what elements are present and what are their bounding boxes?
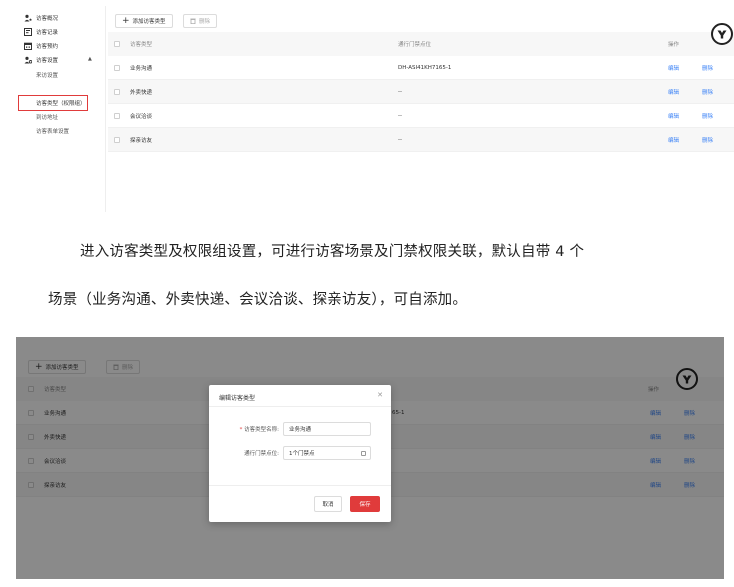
sidebar-item-records[interactable]: 访客记录 [24, 26, 58, 38]
trash-icon [190, 18, 196, 24]
row-door: DH-ASI41KH7165-1 [398, 64, 452, 71]
row-checkbox[interactable] [114, 112, 120, 119]
add-button-label: 添加访客类型 [132, 19, 166, 25]
sidebar-item-settings[interactable]: 访客设置 [24, 54, 58, 66]
caption-line-2: 场景（业务沟通、外卖快递、会议洽谈、探亲访友），可自添加。 [48, 292, 468, 308]
row-checkbox[interactable] [114, 136, 120, 143]
row-checkbox[interactable] [114, 64, 120, 71]
user-gear-icon [24, 56, 33, 64]
table-row: 外卖快递 -- 编辑 删除 [108, 80, 734, 104]
table-row: 会议洽谈 -- 编辑 删除 [108, 104, 734, 128]
main-content: + 添加访客类型 删除 访客类型 通行门禁点位 操作 业务沟通 DH-ASI41… [108, 6, 734, 212]
sidebar-item-overview[interactable]: 访客概况 [24, 12, 58, 24]
sidebar-item-label: 访客记录 [36, 30, 59, 36]
brand-logo-icon [711, 23, 733, 45]
table-row: 探亲访友 -- 编辑 删除 [108, 128, 734, 152]
delete-button-label: 删除 [199, 19, 211, 25]
add-visitor-type-button[interactable]: + 添加访客类型 [115, 14, 173, 28]
name-label-text: 访客类型名称: [244, 427, 279, 433]
edit-visitor-type-dialog: 编辑访客类型 ✕ * 访客类型名称: 业务沟通 通行门禁点位: 1个门禁点 取消… [209, 385, 391, 522]
row-checkbox[interactable] [114, 88, 120, 95]
sidebar-item-label: 访客设置 [36, 58, 59, 64]
select-all-checkbox[interactable] [114, 41, 120, 47]
delete-link[interactable]: 删除 [702, 64, 713, 72]
cancel-button[interactable]: 取消 [314, 496, 342, 512]
name-field-label: * 访客类型名称: [219, 425, 279, 433]
row-type: 探亲访友 [130, 137, 153, 144]
row-type: 业务沟通 [130, 65, 153, 72]
save-button[interactable]: 保存 [350, 496, 380, 512]
row-type: 会议洽谈 [130, 113, 153, 120]
divider [209, 406, 391, 407]
dialog-title: 编辑访客类型 [219, 395, 256, 402]
user-star-icon [24, 14, 32, 22]
record-icon [24, 28, 32, 36]
row-type: 外卖快递 [130, 89, 153, 96]
delete-link[interactable]: 删除 [702, 112, 713, 120]
highlight-box [18, 95, 88, 111]
sidebar: 访客概况 访客记录 访客预约 访客设置 ▲ 来访设置 访客类型（权限组） 到访地… [16, 6, 106, 212]
edit-link[interactable]: 编辑 [668, 136, 679, 144]
sidebar-item-label: 访客预约 [36, 44, 59, 50]
row-door: -- [398, 88, 402, 95]
screenshot-edit-visitor-type: + 添加访客类型 删除 访客类型 操作 业务沟通 65-1 编辑 删除 外卖快递… [16, 337, 724, 579]
door-point-select[interactable]: 1个门禁点 [283, 446, 371, 460]
row-door: -- [398, 136, 402, 143]
visitor-type-name-input[interactable]: 业务沟通 [283, 422, 371, 436]
header-door: 通行门禁点位 [398, 42, 432, 48]
delete-button[interactable]: 删除 [183, 14, 218, 28]
door-field-label: 通行门禁点位: [244, 451, 279, 457]
delete-link[interactable]: 删除 [702, 136, 713, 144]
chevron-up-icon[interactable]: ▲ [88, 56, 92, 62]
table-row: 业务沟通 DH-ASI41KH7165-1 编辑 删除 [108, 56, 734, 80]
row-door: -- [398, 112, 402, 119]
divider [209, 485, 391, 486]
header-ops: 操作 [668, 42, 680, 48]
close-icon[interactable]: ✕ [377, 391, 383, 399]
sidebar-subitem-visit-settings[interactable]: 来访设置 [36, 69, 58, 81]
table-header: 访客类型 通行门禁点位 操作 [108, 32, 734, 56]
edit-link[interactable]: 编辑 [668, 88, 679, 96]
select-icon [361, 451, 366, 456]
edit-link[interactable]: 编辑 [668, 112, 679, 120]
caption-line-1: 进入访客类型及权限组设置，可进行访客场景及门禁权限关联，默认自带 4 个 [80, 244, 585, 260]
sidebar-item-appointments[interactable]: 访客预约 [24, 40, 58, 52]
plus-icon: + [122, 15, 130, 26]
delete-link[interactable]: 删除 [702, 88, 713, 96]
door-select-value: 1个门禁点 [289, 451, 315, 457]
screenshot-visitor-types: 访客概况 访客记录 访客预约 访客设置 ▲ 来访设置 访客类型（权限组） 到访地… [16, 6, 734, 212]
calendar-icon [24, 42, 32, 51]
sidebar-subitem-visit-address[interactable]: 到访地址 [36, 111, 58, 123]
sidebar-item-label: 访客概况 [36, 16, 59, 22]
sidebar-subitem-form-settings[interactable]: 访客表单设置 [36, 125, 69, 137]
edit-link[interactable]: 编辑 [668, 64, 679, 72]
header-type: 访客类型 [130, 42, 153, 48]
